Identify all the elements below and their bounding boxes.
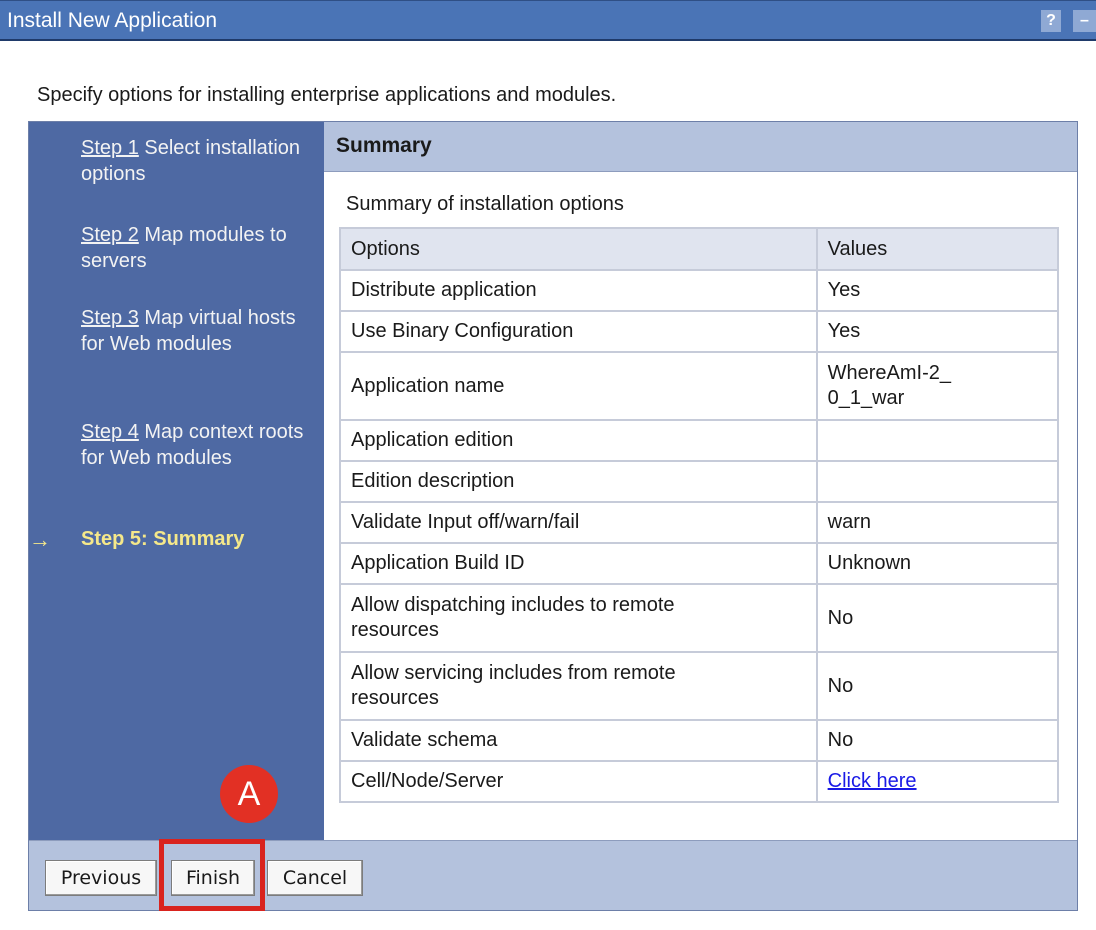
table-row: Allow dispatching includes to remote res… — [339, 583, 1060, 653]
current-step-arrow-icon: → — [29, 527, 51, 552]
panel-title: Summary — [336, 134, 432, 157]
value-cell: No — [815, 583, 1060, 653]
window-titlebar: Install New Application ? – — [0, 0, 1096, 41]
table-row: Cell/Node/Server Click here — [339, 760, 1060, 803]
step-1: Step 1 Select installation options — [81, 135, 316, 187]
option-cell: Cell/Node/Server — [339, 760, 818, 803]
value-cell — [815, 460, 1060, 503]
column-header-options: Options — [339, 227, 818, 271]
option-cell: Use Binary Configuration — [339, 310, 818, 353]
cancel-button[interactable]: Cancel — [267, 860, 363, 896]
table-row: Application Build ID Unknown — [339, 542, 1060, 585]
option-cell: Allow servicing includes from remote res… — [339, 651, 818, 721]
value-cell: warn — [815, 501, 1060, 544]
step-3: Step 3 Map virtual hosts for Web modules — [81, 305, 316, 357]
column-header-values: Values — [815, 227, 1060, 271]
option-cell: Application edition — [339, 419, 818, 462]
table-row: Application name WhereAmI-2_0_1_war — [339, 351, 1060, 421]
value-cell: Yes — [815, 310, 1060, 353]
summary-table: Options Values Distribute application Ye… — [339, 227, 1060, 803]
finish-highlight-box — [159, 839, 265, 911]
option-cell: Allow dispatching includes to remote res… — [339, 583, 818, 653]
step-1-link[interactable]: Step 1 — [81, 137, 139, 159]
option-cell: Application Build ID — [339, 542, 818, 585]
value-cell: No — [815, 651, 1060, 721]
install-wizard: Step 1 Select installation options Step … — [28, 121, 1078, 911]
option-cell: Application name — [339, 351, 818, 421]
step-3-link[interactable]: Step 3 — [81, 307, 139, 329]
option-cell: Distribute application — [339, 269, 818, 312]
step-4: Step 4 Map context roots for Web modules — [81, 419, 316, 471]
minimize-button[interactable]: – — [1073, 10, 1096, 32]
value-cell: No — [815, 719, 1060, 762]
option-cell: Edition description — [339, 460, 818, 503]
option-text: Allow servicing includes from remote res… — [351, 662, 676, 709]
cell-node-server-link[interactable]: Click here — [828, 770, 917, 792]
option-cell: Validate Input off/warn/fail — [339, 501, 818, 544]
annotation-marker-a: A — [220, 765, 278, 823]
table-row: Distribute application Yes — [339, 269, 1060, 312]
help-button[interactable]: ? — [1041, 10, 1061, 32]
previous-button[interactable]: Previous — [45, 860, 157, 896]
table-row: Use Binary Configuration Yes — [339, 310, 1060, 353]
option-text: Allow dispatching includes to remote res… — [351, 594, 675, 641]
table-header-row: Options Values — [339, 227, 1060, 271]
option-cell: Validate schema — [339, 719, 818, 762]
step-5-current: Step 5: Summary — [81, 528, 245, 550]
step-2: Step 2 Map modules to servers — [81, 222, 316, 274]
summary-panel: Summary Summary of installation options … — [324, 122, 1077, 840]
step-2-link[interactable]: Step 2 — [81, 224, 139, 246]
table-row: Allow servicing includes from remote res… — [339, 651, 1060, 721]
value-cell: Yes — [815, 269, 1060, 312]
wizard-steps-sidebar: Step 1 Select installation options Step … — [29, 122, 324, 840]
value-cell: Click here — [815, 760, 1060, 803]
table-row: Validate schema No — [339, 719, 1060, 762]
value-cell — [815, 419, 1060, 462]
summary-caption: Summary of installation options — [346, 193, 624, 215]
panel-header: Summary — [324, 122, 1077, 172]
application-name-value: WhereAmI-2_0_1_war — [827, 362, 951, 409]
table-row: Edition description — [339, 460, 1060, 503]
value-cell: Unknown — [815, 542, 1060, 585]
table-row: Validate Input off/warn/fail warn — [339, 501, 1060, 544]
window-title: Install New Application — [7, 9, 218, 32]
step-4-link[interactable]: Step 4 — [81, 421, 139, 443]
table-row: Application edition — [339, 419, 1060, 462]
intro-text: Specify options for installing enterpris… — [37, 84, 617, 106]
value-cell: WhereAmI-2_0_1_war — [815, 351, 1060, 421]
